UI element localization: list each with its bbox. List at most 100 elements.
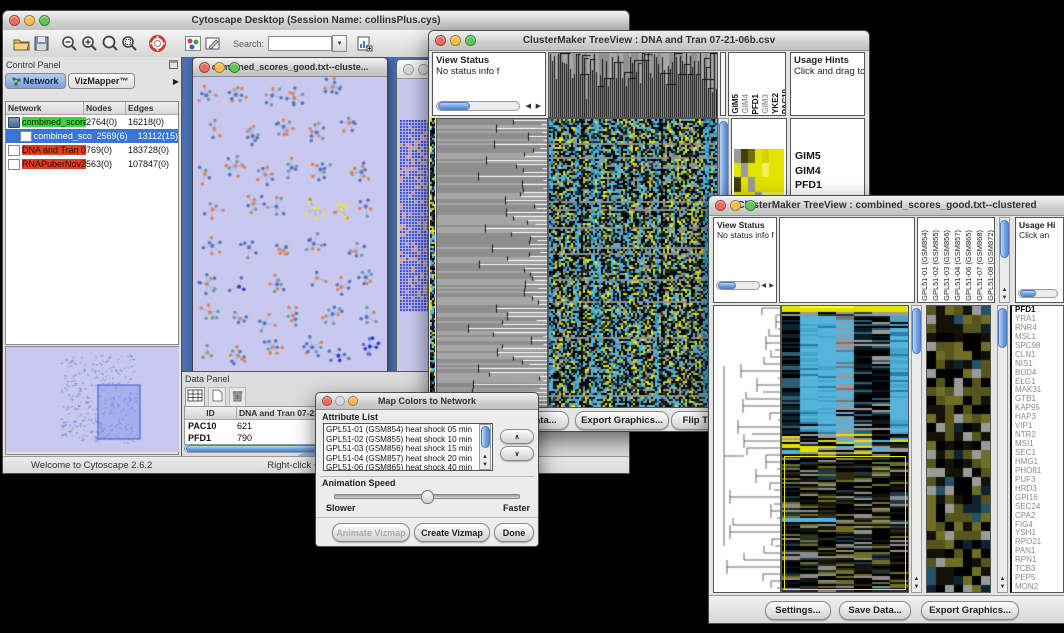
view-status-hscrollbar[interactable] <box>436 101 520 111</box>
scroll-up-arrow[interactable]: ▲ <box>480 454 490 460</box>
create-vizmap-button[interactable]: Create Vizmap <box>414 523 490 542</box>
minimize-button[interactable] <box>214 62 225 73</box>
column-dendrogram[interactable] <box>548 52 718 118</box>
column-label[interactable]: GPL51-04 (GSM857) <box>953 230 962 301</box>
scroll-left-arrow[interactable]: ◀ <box>761 282 766 289</box>
column-label[interactable]: GPL51-06 (GSM865) <box>964 230 973 301</box>
save-data-button[interactable]: Save Data... <box>839 601 911 620</box>
scroll-up-arrow[interactable]: ▲ <box>912 576 921 582</box>
row-label[interactable]: GIM5 <box>795 149 864 164</box>
dialog-titlebar[interactable]: Map Colors to Network <box>316 393 538 410</box>
scroll-right-arrow[interactable]: ▶ <box>769 282 774 289</box>
col-nodes[interactable]: Nodes <box>84 102 126 114</box>
attribute-list-vscrollbar[interactable]: ▲ ▼ <box>479 424 491 470</box>
main-titlebar[interactable]: Cytoscape Desktop (Session Name: collins… <box>3 11 629 31</box>
search-dropdown-button[interactable]: ▼ <box>332 35 347 52</box>
tab-network[interactable]: Network <box>5 73 66 89</box>
zoom-out-icon[interactable] <box>59 34 79 53</box>
col-edges[interactable]: Edges <box>126 102 178 114</box>
column-label[interactable]: YKE2 <box>771 93 780 114</box>
mini-scroll-strip[interactable] <box>720 52 726 116</box>
animate-vizmap-button[interactable]: Animate Vizmap <box>332 523 410 542</box>
treeview1-titlebar[interactable]: ClusterMaker TreeView : DNA and Tran 07-… <box>429 31 869 51</box>
close-button[interactable] <box>322 396 332 406</box>
scroll-left-arrow[interactable]: ◀ <box>526 102 531 110</box>
attribute-list[interactable]: GPL51-01 (GSM854) heat shock 05 minGPL51… <box>323 423 493 471</box>
column-label[interactable]: GPL51-01 (GSM854) <box>920 230 929 301</box>
global-pixel-strip[interactable] <box>430 118 435 406</box>
zoom-fit-icon[interactable] <box>119 34 139 53</box>
attribute-list-item[interactable]: GPL51-03 (GSM856) heat shock 15 min <box>326 444 490 454</box>
inactive-close-button[interactable] <box>403 64 414 75</box>
animation-speed-slider[interactable] <box>334 494 520 499</box>
column-labels-vscrollbar[interactable]: ▲ ▼ <box>999 217 1010 303</box>
report-icon[interactable] <box>355 34 375 53</box>
row-label[interactable]: PFD1 <box>795 178 864 193</box>
network-tree-row[interactable]: RNAPuberNov2+!563(0)107847(0) <box>6 157 178 171</box>
column-label[interactable]: GIM4 <box>741 94 750 114</box>
zoom-selected-icon[interactable] <box>99 34 119 53</box>
export-graphics-button[interactable]: Export Graphics... <box>575 411 669 430</box>
minimize-button[interactable] <box>24 15 35 26</box>
network-tree-row[interactable]: combined_sco2569(6)13112(15) <box>6 129 178 143</box>
settings-button[interactable]: Settings... <box>765 601 831 620</box>
id-column-header[interactable]: ID <box>185 407 237 419</box>
column-label[interactable]: GPL51-02 (GSM855) <box>931 230 940 301</box>
minimize-button[interactable] <box>450 35 461 46</box>
scroll-up-arrow[interactable]: ▲ <box>998 576 1007 582</box>
column-dendrogram-area[interactable] <box>779 217 915 303</box>
treeview2-titlebar[interactable]: ClusterMaker TreeView : combined_scores_… <box>709 196 1064 216</box>
row-label[interactable]: MON2 <box>1015 583 1063 592</box>
column-label[interactable]: PAC10 <box>781 89 786 114</box>
heatmap-canvas[interactable] <box>548 118 718 408</box>
column-label[interactable]: GPL51-08 (GSM872) <box>986 230 995 301</box>
scroll-right-arrow[interactable]: ▶ <box>536 102 541 110</box>
attribute-list-item[interactable]: GPL51-06 (GSM865) heat shock 40 min <box>326 463 490 471</box>
scroll-down-arrow[interactable]: ▼ <box>480 462 490 468</box>
tab-vizmapper[interactable]: VizMapper™ <box>68 73 136 89</box>
column-label[interactable]: GPL51-07 (GSM868) <box>975 230 984 301</box>
attribute-list-item[interactable]: GPL51-01 (GSM854) heat shock 05 min <box>326 425 490 435</box>
scroll-up-arrow[interactable]: ▲ <box>1000 287 1009 293</box>
zoom-button[interactable] <box>348 396 358 406</box>
close-button[interactable] <box>435 35 446 46</box>
birds-eye-view[interactable] <box>6 347 179 452</box>
row-labels-vscrollbar[interactable]: ▲ ▼ <box>997 305 1008 593</box>
network-tree-row[interactable]: DNA and Tran 07769(0)183728(0) <box>6 143 178 157</box>
scroll-down-arrow[interactable]: ▼ <box>1000 295 1009 301</box>
usage-hints-hscrollbar[interactable] <box>1018 289 1058 298</box>
col-network[interactable]: Network <box>6 102 84 114</box>
row-dendrogram[interactable] <box>713 305 781 593</box>
network-view-titlebar[interactable]: combined_scores_good.txt--cluste... <box>193 58 387 77</box>
save-icon[interactable] <box>31 34 51 53</box>
zoom-button[interactable] <box>745 200 756 211</box>
column-label[interactable]: GPL51-03 (GSM856) <box>942 230 951 301</box>
zoom-button[interactable] <box>39 15 50 26</box>
move-up-button[interactable]: ∧ <box>500 429 534 444</box>
network-canvas[interactable] <box>193 77 385 381</box>
slider-thumb[interactable] <box>421 490 434 504</box>
column-label[interactable]: PFD1 <box>751 94 760 114</box>
zoom-in-icon[interactable] <box>79 34 99 53</box>
scroll-down-arrow[interactable]: ▼ <box>912 584 921 590</box>
network-tree-row[interactable]: combined_scores2764(0)16218(0) <box>6 115 178 129</box>
view-status-hscrollbar[interactable] <box>716 281 760 290</box>
open-file-icon[interactable] <box>11 34 31 53</box>
minimize-button[interactable] <box>335 396 345 406</box>
minimize-button[interactable] <box>730 200 741 211</box>
move-down-button[interactable]: ∨ <box>500 446 534 461</box>
export-graphics-button[interactable]: Export Graphics... <box>921 601 1019 620</box>
tab-overflow-arrow-icon[interactable]: ▶ <box>173 77 179 86</box>
search-input[interactable] <box>268 36 332 51</box>
float-panel-icon[interactable] <box>169 56 178 74</box>
zoom-button[interactable] <box>229 62 240 73</box>
help-lifering-icon[interactable] <box>147 34 167 53</box>
scroll-down-arrow[interactable]: ▼ <box>998 584 1007 590</box>
close-button[interactable] <box>9 15 20 26</box>
row-label[interactable]: GIM4 <box>795 164 864 179</box>
close-button[interactable] <box>715 200 726 211</box>
heatmap-vscrollbar[interactable]: ▲ ▼ <box>911 305 922 593</box>
close-button[interactable] <box>199 62 210 73</box>
attribute-list-item[interactable]: GPL51-02 (GSM855) heat shock 10 min <box>326 435 490 445</box>
done-button[interactable]: Done <box>494 523 534 542</box>
